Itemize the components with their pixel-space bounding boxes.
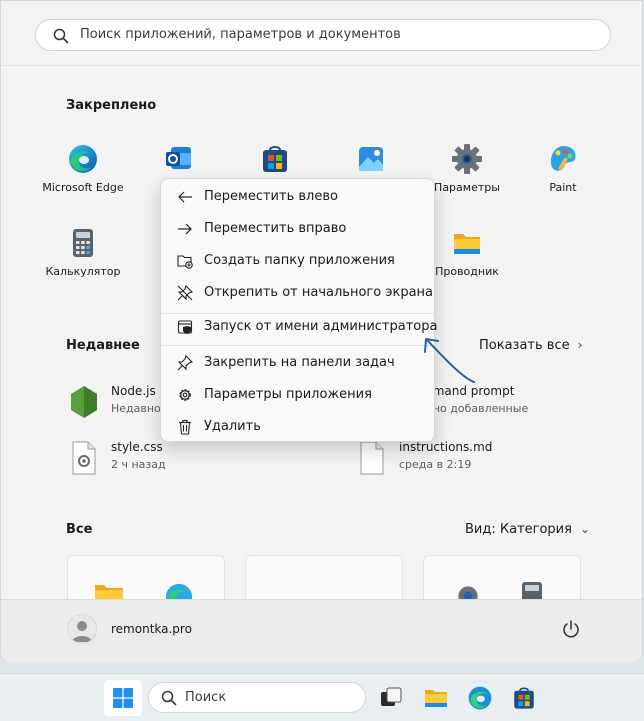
paint-icon — [550, 146, 576, 171]
menu-separator — [161, 345, 434, 346]
photos-icon — [359, 147, 383, 171]
taskbar-search-label: Поиск — [185, 690, 227, 705]
category-card[interactable] — [67, 555, 225, 602]
pinned-app-calculator[interactable]: Калькулятор — [35, 227, 131, 299]
user-icon — [72, 621, 92, 642]
search-icon — [161, 690, 177, 706]
recent-item-style-css[interactable]: style.css 2 ч назад — [69, 438, 189, 478]
pinned-app-edge[interactable]: Microsoft Edge — [35, 143, 131, 215]
power-icon[interactable] — [561, 619, 581, 639]
menu-item-move-left[interactable]: Переместить влево — [165, 182, 430, 212]
search-placeholder: Поиск приложений, параметров и документо… — [80, 27, 401, 42]
view-category-label: Вид: Категория — [465, 522, 572, 537]
new-folder-icon — [177, 255, 193, 269]
pinned-app-label: Калькулятор — [45, 265, 121, 278]
arrow-left-icon — [178, 191, 192, 203]
pinned-title: Закреплено — [66, 98, 157, 113]
task-view-icon[interactable] — [378, 685, 404, 711]
menu-item-label: Закрепить на панели задач — [204, 355, 395, 370]
calculator-icon — [73, 229, 93, 257]
menu-item-label: Параметры приложения — [204, 387, 372, 402]
windows-logo-icon — [113, 688, 133, 708]
all-apps-title: Все — [66, 522, 93, 537]
taskbar: Поиск — [0, 673, 644, 721]
view-category-dropdown[interactable]: Вид: Категория ⌄ — [465, 522, 590, 537]
arrow-right-icon — [178, 223, 192, 235]
settings-gear-icon — [452, 144, 482, 174]
menu-item-label: Запуск от имени администратора — [204, 319, 438, 334]
menu-item-pin-taskbar[interactable]: Закрепить на панели задач — [165, 348, 430, 378]
user-avatar[interactable] — [67, 614, 97, 644]
nodejs-icon — [71, 386, 97, 418]
menu-item-uninstall[interactable]: Удалить — [165, 412, 430, 442]
recent-item-name: instructions.md — [399, 440, 493, 454]
category-card[interactable] — [423, 555, 581, 602]
menu-item-move-right[interactable]: Переместить вправо — [165, 214, 430, 244]
start-button[interactable] — [104, 680, 142, 716]
recent-item-name: style.css — [111, 440, 163, 454]
menu-item-label: Удалить — [204, 419, 261, 434]
chevron-right-icon: › — [577, 338, 583, 352]
show-all-button[interactable]: Показать все › — [479, 338, 582, 353]
menu-item-label: Переместить вправо — [204, 221, 347, 236]
admin-shield-icon — [177, 320, 193, 334]
store-icon[interactable] — [511, 685, 537, 711]
gear-icon — [179, 389, 191, 401]
recent-item-subtitle: 2 ч назад — [111, 458, 166, 471]
chevron-down-icon: ⌄ — [579, 522, 591, 536]
menu-item-create-folder[interactable]: Создать папку приложения — [165, 246, 430, 276]
start-search-box[interactable]: Поиск приложений, параметров и документо… — [35, 19, 611, 51]
menu-item-app-settings[interactable]: Параметры приложения — [165, 380, 430, 410]
store-icon — [263, 146, 287, 172]
menu-item-label: Открепить от начального экрана — [204, 285, 434, 300]
edge-icon — [69, 145, 97, 173]
show-all-label: Показать все — [479, 338, 570, 353]
pinned-app-label: Microsoft Edge — [42, 181, 124, 194]
user-name[interactable]: remontka.pro — [111, 622, 192, 636]
desktop: Поиск приложений, параметров и документо… — [0, 0, 644, 721]
taskbar-search[interactable]: Поиск — [148, 682, 366, 713]
start-footer: remontka.pro — [1, 599, 642, 662]
annotation-arrow-icon — [424, 338, 475, 383]
pin-icon — [177, 355, 193, 371]
css-file-icon — [72, 441, 96, 475]
pinned-app-paint[interactable]: Paint — [515, 143, 611, 215]
category-card[interactable] — [245, 555, 403, 602]
edge-icon[interactable] — [467, 685, 493, 711]
recent-item-subtitle: среда в 2:19 — [399, 458, 472, 471]
file-icon — [360, 441, 384, 475]
pinned-app-label: Paint — [549, 181, 577, 194]
menu-item-label: Создать папку приложения — [204, 253, 395, 268]
context-menu: Переместить влево Переместить вправо Соз… — [160, 178, 437, 442]
recent-item-subtitle: Недавно — [111, 402, 161, 415]
search-icon — [53, 28, 69, 44]
recent-item-name: Node.js — [111, 384, 156, 398]
outlook-icon — [166, 147, 191, 169]
recent-item-instructions-md[interactable]: instructions.md среда в 2:19 — [357, 438, 537, 478]
search-divider — [1, 65, 642, 66]
unpin-icon — [177, 285, 193, 301]
recent-title: Недавнее — [66, 338, 140, 353]
trash-icon — [179, 419, 191, 435]
explorer-folder-icon[interactable] — [423, 685, 449, 711]
menu-item-label: Переместить влево — [204, 189, 338, 204]
menu-item-run-as-admin[interactable]: Запуск от имени администратора — [165, 312, 437, 342]
explorer-folder-icon — [454, 234, 480, 254]
menu-item-unpin-start[interactable]: Открепить от начального экрана — [165, 278, 434, 308]
